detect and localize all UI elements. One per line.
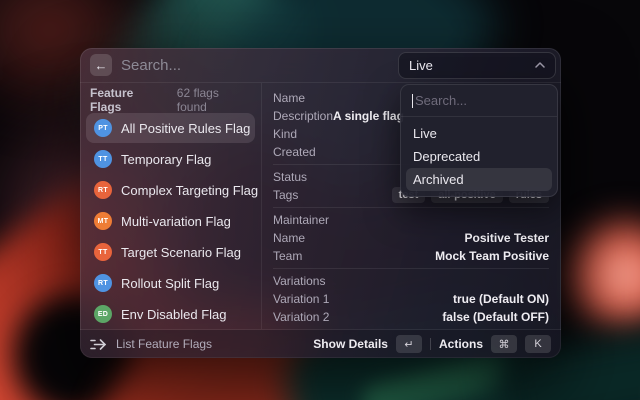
detail-row-variation-2: Variation 2 false (Default OFF): [273, 308, 549, 326]
list-item-label: All Positive Rules Flag: [121, 120, 251, 136]
list-item-label: Multi-variation Flag: [121, 213, 231, 229]
command-name: List Feature Flags: [116, 337, 213, 351]
detail-label: Kind: [273, 127, 298, 141]
desktop: ← Search... Live Feature Flags 62 flags …: [0, 0, 640, 400]
list-item-multi-variation-flag[interactable]: MT Multi-variation Flag: [86, 206, 255, 236]
detail-label: Description: [273, 109, 334, 123]
list-item-env-disabled-flag[interactable]: ED Env Disabled Flag: [86, 299, 255, 329]
dropdown-search-input[interactable]: Search...: [401, 85, 557, 117]
search-input[interactable]: Search...: [121, 57, 398, 74]
list-item-label: Env Disabled Flag: [121, 306, 227, 322]
divider: [273, 268, 549, 269]
detail-row-maintainer-name: Name Positive Tester: [273, 229, 549, 247]
detail-value: Positive Tester: [464, 231, 549, 245]
flag-badge: RT: [94, 181, 112, 199]
dropdown-option-deprecated[interactable]: Deprecated: [406, 145, 552, 168]
results-list-panel: Feature Flags 62 flags found PT All Posi…: [80, 83, 262, 329]
detail-label: Variation 1: [273, 292, 330, 306]
flag-list: PT All Positive Rules Flag TT Temporary …: [86, 113, 259, 329]
detail-label: Name: [273, 231, 306, 245]
list-item-label: Target Scenario Flag: [121, 244, 241, 260]
result-count: 62 flags found: [176, 86, 219, 114]
divider: [429, 338, 431, 350]
flag-badge: ED: [94, 305, 112, 323]
list-item-all-positive-rules-flag[interactable]: PT All Positive Rules Flag: [86, 113, 255, 143]
enter-key-badge: ↵: [395, 335, 422, 353]
flag-badge: TT: [94, 150, 112, 168]
dropdown-options: Live Deprecated Archived: [401, 117, 557, 196]
detail-label: Tags: [273, 188, 299, 202]
detail-value: false (Default OFF): [442, 310, 549, 324]
status-filter-dropdown-button[interactable]: Live: [398, 51, 556, 79]
dropdown-search-placeholder: Search...: [415, 93, 468, 108]
show-details-button[interactable]: Show Details: [313, 337, 388, 351]
detail-row-variation-1: Variation 1 true (Default ON): [273, 290, 549, 308]
chevron-up-icon: [535, 62, 545, 68]
detail-label: Name: [273, 91, 306, 105]
command-palette-window: ← Search... Live Feature Flags 62 flags …: [80, 48, 561, 358]
list-item-rollout-split-flag[interactable]: RT Rollout Split Flag: [86, 268, 255, 298]
list-item-complex-targeting-flag[interactable]: RT Complex Targeting Flag: [86, 175, 259, 205]
detail-label: Created: [273, 145, 316, 159]
command-key-badge: ⌘: [491, 335, 517, 353]
k-key-badge: K: [525, 335, 551, 353]
status-filter-value: Live: [409, 57, 433, 73]
detail-row-variations: Variations: [273, 272, 549, 290]
flag-badge: TT: [94, 243, 112, 261]
run-command-icon: [90, 338, 107, 350]
divider: [273, 207, 549, 208]
status-dropdown-menu: Search... Live Deprecated Archived: [400, 84, 558, 197]
text-cursor: [412, 93, 413, 108]
detail-label: Variations: [273, 274, 326, 288]
detail-value: Mock Team Positive: [435, 249, 549, 263]
results-section-header: Feature Flags 62 flags found: [86, 86, 255, 114]
back-button[interactable]: ←: [90, 54, 112, 76]
flag-badge: MT: [94, 212, 112, 230]
detail-label: Team: [273, 249, 303, 263]
section-title: Feature Flags: [90, 86, 134, 114]
dropdown-option-archived[interactable]: Archived: [406, 168, 552, 191]
arrow-left-icon: ←: [94, 57, 108, 73]
detail-row-team: Team Mock Team Positive: [273, 247, 549, 265]
list-item-temporary-flag[interactable]: TT Temporary Flag: [86, 144, 255, 174]
action-bar: List Feature Flags Show Details ↵ Action…: [80, 330, 561, 358]
list-item-label: Temporary Flag: [121, 151, 212, 167]
actions-button[interactable]: Actions: [439, 337, 483, 351]
list-item-target-scenario-flag[interactable]: TT Target Scenario Flag: [86, 237, 255, 267]
flag-badge: PT: [94, 119, 112, 137]
window-header: ← Search... Live: [80, 48, 561, 82]
dropdown-option-live[interactable]: Live: [406, 122, 552, 145]
list-item-label: Rollout Split Flag: [121, 275, 220, 291]
detail-label: Maintainer: [273, 213, 330, 227]
detail-label: Status: [273, 170, 308, 184]
detail-label: Variation 2: [273, 310, 330, 324]
flag-badge: RT: [94, 274, 112, 292]
detail-value: true (Default ON): [453, 292, 549, 306]
detail-row-maintainer: Maintainer: [273, 211, 549, 229]
list-item-label: Complex Targeting Flag: [121, 182, 259, 198]
